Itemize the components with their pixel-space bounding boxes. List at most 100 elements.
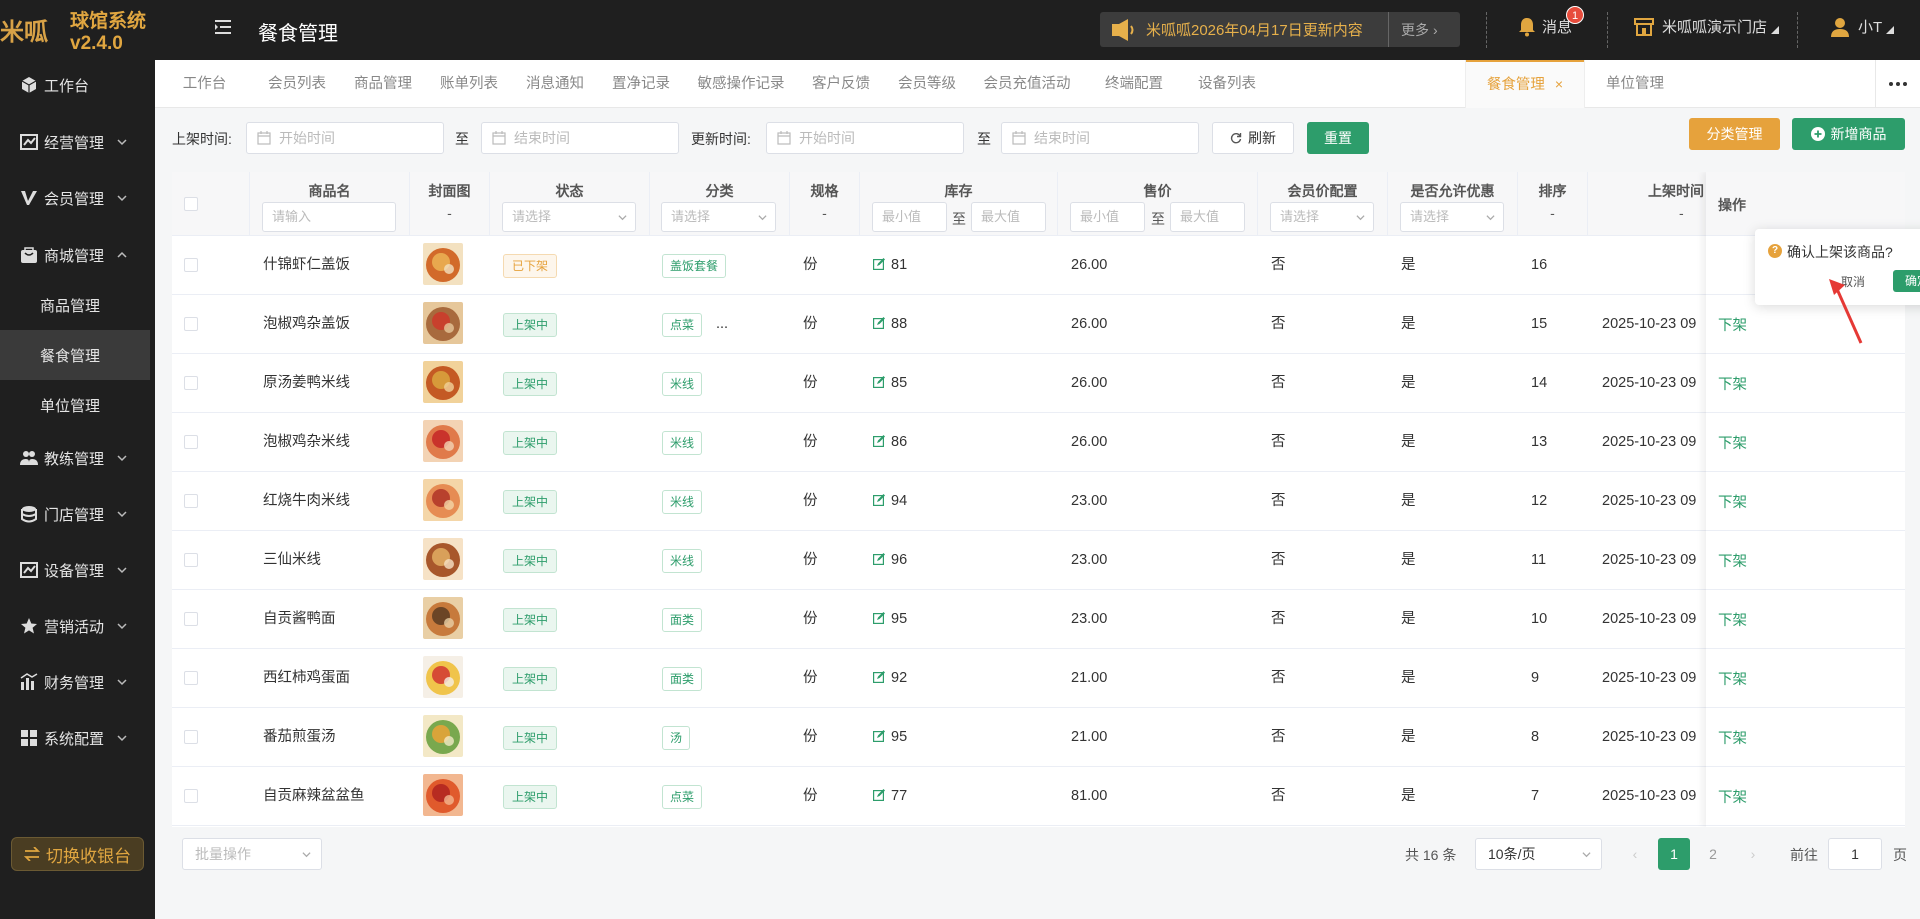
reset-button[interactable]: 重置	[1307, 122, 1369, 154]
prev-page-button[interactable]: ‹	[1619, 838, 1651, 870]
refresh-button[interactable]: 刷新	[1212, 122, 1294, 154]
goto-page-input[interactable]: 1	[1828, 838, 1882, 870]
store-switcher[interactable]: 米呱呱演示门店	[1634, 16, 1780, 37]
status-filter-select[interactable]: 请选择	[502, 202, 636, 232]
page-1-button[interactable]: 1	[1658, 838, 1690, 870]
row-checkbox[interactable]	[184, 789, 198, 803]
more-icon[interactable]	[1875, 60, 1920, 108]
tab-feedback[interactable]: 客户反馈	[798, 60, 884, 108]
cover-image[interactable]	[423, 243, 463, 285]
messages-button[interactable]: 消息 1	[1518, 6, 1584, 37]
tab-sensitive-ops[interactable]: 敏感操作记录	[684, 60, 798, 108]
cover-image[interactable]	[423, 715, 463, 757]
tab-member-list[interactable]: 会员列表	[254, 60, 340, 108]
unshelve-link[interactable]: 下架	[1718, 786, 1747, 807]
sidebar-item-business[interactable]: 经营管理	[0, 117, 155, 167]
stock-cell[interactable]: 85	[873, 354, 907, 413]
cover-image[interactable]	[423, 302, 463, 344]
tab-member-levels[interactable]: 会员等级	[884, 60, 970, 108]
sidebar-item-coaches[interactable]: 教练管理	[0, 433, 155, 483]
cover-image[interactable]	[423, 597, 463, 639]
stock-cell[interactable]: 96	[873, 531, 907, 590]
cover-image[interactable]	[423, 774, 463, 816]
unshelve-link[interactable]: 下架	[1718, 727, 1747, 748]
member-price-filter-select[interactable]: 请选择	[1270, 202, 1374, 232]
page-2-button[interactable]: 2	[1697, 838, 1729, 870]
update-start-date[interactable]: 开始时间	[766, 122, 964, 154]
price-min-input[interactable]: 最小值	[1070, 202, 1145, 232]
cover-image[interactable]	[423, 538, 463, 580]
update-end-date[interactable]: 结束时间	[1001, 122, 1199, 154]
cover-image[interactable]	[423, 479, 463, 521]
unshelve-link[interactable]: 下架	[1718, 491, 1747, 512]
sidebar-item-meals[interactable]: 餐食管理	[0, 330, 150, 380]
stock-cell[interactable]: 95	[873, 590, 907, 649]
sidebar-item-devices[interactable]: 设备管理	[0, 545, 155, 595]
tab-device-list[interactable]: 设备列表	[1184, 60, 1270, 108]
row-checkbox[interactable]	[184, 612, 198, 626]
sidebar-item-products[interactable]: 商品管理	[0, 280, 150, 330]
sidebar-item-workbench[interactable]: 工作台	[0, 60, 155, 110]
notice-more-link[interactable]: 更多 ›	[1388, 12, 1438, 47]
notice-bar[interactable]: 米呱呱2026年04月17日更新内容 更多 ›	[1100, 12, 1460, 47]
row-checkbox[interactable]	[184, 376, 198, 390]
sidebar-item-mall[interactable]: 商城管理	[0, 230, 155, 280]
category-management-button[interactable]: 分类管理	[1689, 118, 1780, 150]
unshelve-link[interactable]: 下架	[1718, 550, 1747, 571]
tab-meal-management[interactable]: 餐食管理 ×	[1465, 60, 1585, 108]
cover-image[interactable]	[423, 656, 463, 698]
stock-cell[interactable]: 92	[873, 649, 907, 708]
price-max-input[interactable]: 最大值	[1170, 202, 1245, 232]
stock-min-input[interactable]: 最小值	[872, 202, 947, 232]
unshelve-link[interactable]: 下架	[1718, 432, 1747, 453]
cover-image[interactable]	[423, 361, 463, 403]
tab-unit-management[interactable]: 单位管理	[1585, 60, 1685, 108]
notice-text[interactable]: 米呱呱2026年04月17日更新内容	[1146, 19, 1386, 40]
category-filter-select[interactable]: 请选择	[661, 202, 776, 232]
tab-recharge-activity[interactable]: 会员充值活动	[970, 60, 1084, 108]
unshelve-link[interactable]: 下架	[1718, 609, 1747, 630]
stock-cell[interactable]: 94	[873, 472, 907, 531]
row-checkbox[interactable]	[184, 494, 198, 508]
row-checkbox[interactable]	[184, 671, 198, 685]
row-checkbox[interactable]	[184, 435, 198, 449]
row-checkbox[interactable]	[184, 553, 198, 567]
row-checkbox[interactable]	[184, 730, 198, 744]
sidebar-item-marketing[interactable]: 营销活动	[0, 601, 155, 651]
next-page-button[interactable]: ›	[1737, 838, 1769, 870]
confirm-button[interactable]: 确定	[1893, 270, 1920, 292]
stock-cell[interactable]: 95	[873, 708, 907, 767]
close-icon[interactable]: ×	[1555, 76, 1563, 92]
stock-max-input[interactable]: 最大值	[971, 202, 1046, 232]
row-checkbox[interactable]	[184, 258, 198, 272]
stock-cell[interactable]: 81	[873, 236, 907, 295]
tab-bill-list[interactable]: 账单列表	[426, 60, 512, 108]
shelf-end-date[interactable]: 结束时间	[481, 122, 679, 154]
sidebar-item-finance[interactable]: 财务管理	[0, 657, 155, 707]
select-all-checkbox[interactable]	[184, 197, 198, 211]
page-size-select[interactable]: 10条/页	[1475, 838, 1602, 870]
stock-cell[interactable]: 88	[873, 295, 907, 354]
tab-clean-records[interactable]: 置净记录	[598, 60, 684, 108]
stock-cell[interactable]: 77	[873, 767, 907, 826]
add-product-button[interactable]: 新增商品	[1792, 118, 1905, 150]
cover-image[interactable]	[423, 420, 463, 462]
batch-action-select[interactable]: 批量操作	[182, 838, 322, 870]
user-menu[interactable]: 小T	[1830, 16, 1895, 37]
tab-product-management[interactable]: 商品管理	[340, 60, 426, 108]
tab-notifications[interactable]: 消息通知	[512, 60, 598, 108]
row-checkbox[interactable]	[184, 317, 198, 331]
name-filter-input[interactable]: 请输入	[262, 202, 396, 232]
unshelve-link[interactable]: 下架	[1718, 668, 1747, 689]
stock-cell[interactable]: 86	[873, 413, 907, 472]
shelf-start-date[interactable]: 开始时间	[246, 122, 444, 154]
unshelve-link[interactable]: 下架	[1718, 314, 1747, 335]
sidebar-item-units[interactable]: 单位管理	[0, 380, 150, 430]
discount-filter-select[interactable]: 请选择	[1400, 202, 1504, 232]
switch-cashier-button[interactable]: 切换收银台	[11, 837, 144, 871]
sidebar-item-stores[interactable]: 门店管理	[0, 489, 155, 539]
sidebar-item-system[interactable]: 系统配置	[0, 713, 155, 763]
tab-workbench[interactable]: 工作台	[155, 60, 254, 108]
sidebar-item-members[interactable]: 会员管理	[0, 173, 155, 223]
unshelve-link[interactable]: 下架	[1718, 373, 1747, 394]
